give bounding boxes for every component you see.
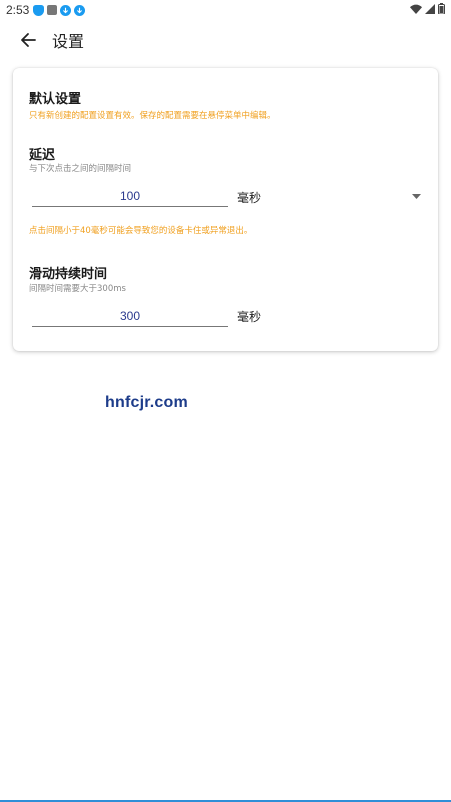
back-button[interactable]: [14, 26, 42, 54]
download-icon: [60, 4, 72, 16]
notification-icons: [33, 4, 86, 16]
page-title: 设置: [52, 32, 85, 51]
delay-input[interactable]: [32, 185, 228, 207]
bell-icon: [33, 4, 45, 16]
delay-subtitle: 与下次点击之间的间隔时间: [29, 164, 132, 174]
watermark: hnfcjr.com: [105, 394, 188, 411]
wifi-icon: [410, 4, 422, 17]
status-time: 2:53: [6, 3, 30, 17]
defaults-title: 默认设置: [29, 92, 82, 107]
caret-down-icon: [411, 193, 421, 199]
delay-unit: 毫秒: [237, 191, 262, 205]
status-right-icons: [410, 3, 445, 17]
swipe-subtitle: 间隔时间需要大于300ms: [29, 284, 126, 294]
swipe-unit: 毫秒: [237, 310, 262, 324]
settings-card: 默认设置 只有新创建的配置设置有效。保存的配置需要在悬停菜单中编辑。 延迟 与下…: [13, 68, 438, 351]
defaults-note: 只有新创建的配置设置有效。保存的配置需要在悬停菜单中编辑。: [29, 111, 276, 121]
battery-icon: [438, 3, 445, 17]
swipe-input[interactable]: [32, 305, 228, 327]
swipe-title: 滑动持续时间: [29, 267, 108, 282]
signal-icon: [425, 3, 435, 17]
download-icon: [74, 4, 86, 16]
delay-title: 延迟: [29, 148, 56, 163]
arrow-left-icon: [21, 33, 36, 47]
status-bar: 2:53: [0, 0, 451, 20]
image-icon: [47, 5, 58, 15]
app-bar: 设置: [0, 24, 451, 56]
delay-unit-dropdown[interactable]: [411, 191, 421, 201]
delay-warning: 点击间隔小于40毫秒可能会导致您的设备卡住或异常退出。: [29, 226, 253, 236]
